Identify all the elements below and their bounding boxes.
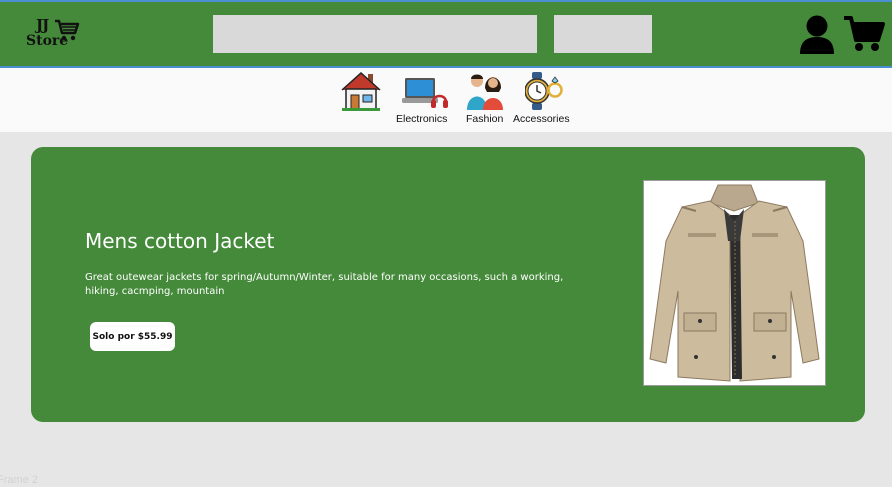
jacket-image[interactable] [643,180,826,386]
category-label-electronics: Electronics [396,113,448,125]
jacket-illustration [649,184,820,382]
category-bar: Electronics Fashion Accessories [0,68,892,132]
logo-text-store: Store [26,33,69,49]
user-icon[interactable] [798,14,836,54]
watch-ring-icon [525,72,563,110]
laptop-icon [402,78,448,108]
price-button[interactable]: Solo por $55.99 [90,322,175,351]
cart-icon[interactable] [843,15,885,53]
top-navigation-bar: JJ Store [0,0,892,68]
hero-banner: Mens cotton Jacket Great outewear jacket… [31,147,865,422]
product-title: Mens cotton Jacket [85,229,275,253]
frame-label: Frame 2 [0,474,38,486]
store-logo[interactable]: JJ Store [24,16,82,52]
people-icon [467,74,503,110]
category-label-fashion: Fashion [466,113,504,125]
product-description: Great outewear jackets for spring/Autumn… [85,272,564,297]
house-icon [341,71,381,111]
category-label-accessories: Accessories [513,113,570,125]
search-input[interactable] [213,15,537,53]
search-button[interactable] [554,15,652,53]
logo-text-jj: JJ [36,16,49,34]
